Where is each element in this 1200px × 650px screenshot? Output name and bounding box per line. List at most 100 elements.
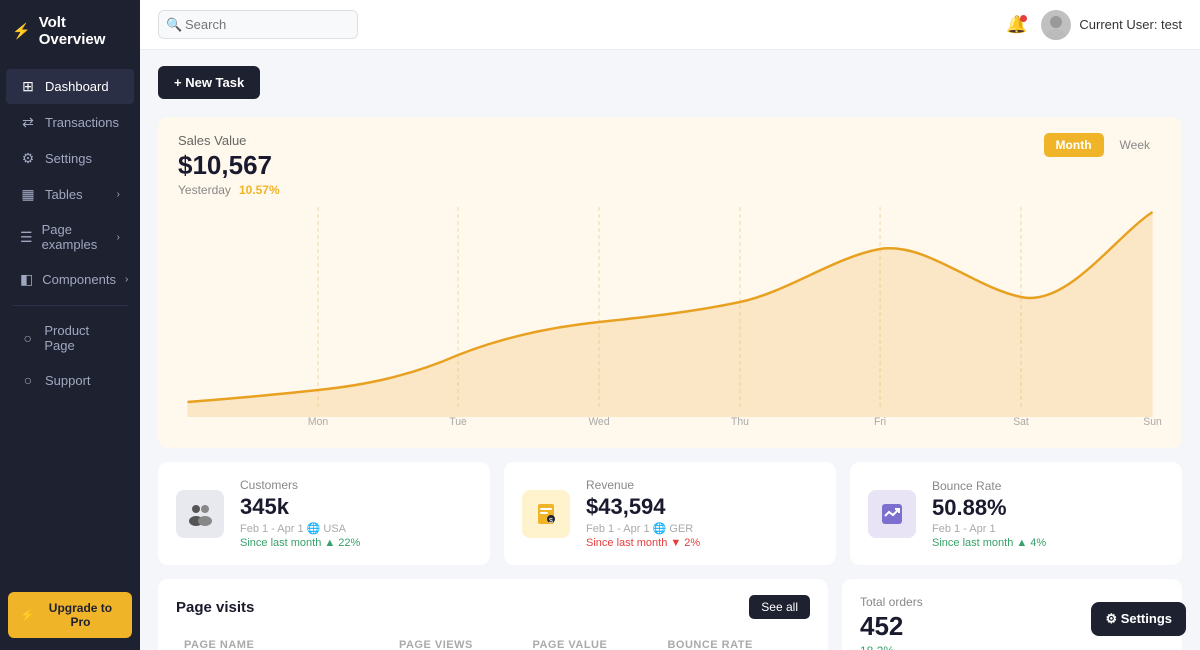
sidebar-item-label: Components	[42, 272, 116, 287]
stat-cards-row: Customers 345k Feb 1 - Apr 1 🌐 USA Since…	[158, 462, 1182, 565]
upgrade-button[interactable]: ⚡ Upgrade to Pro	[8, 592, 132, 638]
revenue-icon: $	[522, 490, 570, 538]
svg-text:$: $	[549, 518, 553, 525]
chart-value: $10,567	[178, 150, 1162, 181]
support-icon: ○	[20, 372, 36, 388]
orders-pct: 18.2%	[860, 644, 1164, 650]
bounce-change: Since last month ▲ 4%	[932, 537, 1164, 549]
sidebar-item-label: Support	[45, 373, 91, 388]
revenue-change: Since last month ▼ 2%	[586, 537, 818, 549]
period-week-button[interactable]: Week	[1108, 133, 1162, 157]
customers-value: 345k	[240, 494, 472, 520]
sidebar-item-support[interactable]: ○ Support	[6, 363, 134, 397]
logo-text: Volt Overview	[39, 14, 128, 48]
search-icon: 🔍	[166, 17, 182, 33]
sidebar-item-label: Page examples	[42, 222, 108, 252]
customers-icon	[176, 490, 224, 538]
bounce-value: 50.88%	[932, 495, 1164, 521]
chart-title: Sales Value	[178, 133, 1162, 148]
user-info: Current User: test	[1041, 10, 1182, 40]
stat-body-bounce: Bounce Rate 50.88% Feb 1 - Apr 1 Since l…	[932, 479, 1164, 549]
chevron-right-icon: ›	[117, 232, 120, 243]
stat-card-customers: Customers 345k Feb 1 - Apr 1 🌐 USA Since…	[158, 462, 490, 565]
topbar: 🔍 🔔 Current User: test	[140, 0, 1200, 50]
topbar-right: 🔔 Current User: test	[1006, 10, 1182, 40]
sales-chart-card: Sales Value $10,567 Yesterday 10.57% Mon…	[158, 117, 1182, 448]
sidebar-item-components[interactable]: ◧ Components ›	[6, 262, 134, 297]
stat-body-customers: Customers 345k Feb 1 - Apr 1 🌐 USA Since…	[240, 478, 472, 549]
new-task-button[interactable]: + New Task	[158, 66, 260, 99]
sidebar-item-label: Dashboard	[45, 79, 109, 94]
sidebar-logo: ⚡ Volt Overview	[0, 0, 140, 62]
stat-card-bounce: Bounce Rate 50.88% Feb 1 - Apr 1 Since l…	[850, 462, 1182, 565]
sidebar-item-label: Transactions	[45, 115, 119, 130]
page-visits-table: PAGE NAME PAGE VIEWS PAGE VALUE BOUNCE R…	[176, 633, 810, 650]
sidebar-item-settings[interactable]: ⚙ Settings	[6, 141, 134, 176]
bounce-date: Feb 1 - Apr 1	[932, 523, 1164, 535]
bounce-icon	[868, 490, 916, 538]
notification-dot	[1020, 15, 1027, 22]
col-page-name: PAGE NAME	[176, 633, 391, 650]
sidebar-item-label: Product Page	[44, 323, 120, 353]
product-icon: ○	[20, 330, 35, 346]
svg-text:Mon: Mon	[308, 416, 328, 427]
avatar	[1041, 10, 1071, 40]
upgrade-icon: ⚡	[20, 608, 35, 622]
sidebar-item-label: Settings	[45, 151, 92, 166]
customers-label: Customers	[240, 478, 472, 492]
revenue-label: Revenue	[586, 478, 818, 492]
search-wrap: 🔍	[158, 10, 358, 39]
sidebar-nav: ⊞ Dashboard ⇄ Transactions ⚙ Settings ▦ …	[0, 62, 140, 580]
sidebar-item-page-examples[interactable]: ☰ Page examples ›	[6, 213, 134, 261]
period-month-button[interactable]: Month	[1044, 133, 1104, 157]
settings-fab-button[interactable]: ⚙ Settings	[1091, 602, 1186, 636]
bolt-icon: ⚡	[12, 22, 31, 40]
user-label: Current User: test	[1079, 17, 1182, 32]
sidebar: ⚡ Volt Overview ⊞ Dashboard ⇄ Transactio…	[0, 0, 140, 650]
see-all-button[interactable]: See all	[749, 595, 810, 619]
page-visits-card: Page visits See all PAGE NAME PAGE VIEWS…	[158, 579, 828, 650]
page-visits-title: Page visits	[176, 599, 254, 616]
revenue-value: $43,594	[586, 494, 818, 520]
svg-text:Fri: Fri	[874, 416, 886, 427]
transactions-icon: ⇄	[20, 114, 36, 131]
pages-icon: ☰	[20, 229, 33, 246]
components-icon: ◧	[20, 271, 33, 288]
svg-text:Tue: Tue	[449, 416, 467, 427]
tables-icon: ▦	[20, 186, 36, 203]
customers-change: Since last month ▲ 22%	[240, 537, 472, 549]
chevron-right-icon: ›	[117, 189, 120, 200]
notifications-button[interactable]: 🔔	[1006, 15, 1027, 35]
search-input[interactable]	[158, 10, 358, 39]
sidebar-item-transactions[interactable]: ⇄ Transactions	[6, 105, 134, 140]
main-area: 🔍 🔔 Current User: test + New Task Sales …	[140, 0, 1200, 650]
revenue-date: Feb 1 - Apr 1 🌐 GER	[586, 522, 818, 535]
sidebar-item-product-page[interactable]: ○ Product Page	[6, 314, 134, 362]
svg-text:Thu: Thu	[731, 416, 749, 427]
yesterday-label: Yesterday	[178, 183, 231, 197]
sidebar-bottom: ⚡ Upgrade to Pro	[0, 580, 140, 650]
chart-svg: Mon Tue Wed Thu Fri Sat Sun	[178, 207, 1162, 432]
customers-date: Feb 1 - Apr 1 🌐 USA	[240, 522, 472, 535]
sidebar-item-label: Tables	[45, 187, 83, 202]
stat-card-revenue: $ Revenue $43,594 Feb 1 - Apr 1 🌐 GER Si…	[504, 462, 836, 565]
upgrade-label: Upgrade to Pro	[41, 601, 120, 629]
sidebar-item-dashboard[interactable]: ⊞ Dashboard	[6, 69, 134, 104]
bounce-label: Bounce Rate	[932, 479, 1164, 493]
page-visits-header: Page visits See all	[176, 595, 810, 619]
svg-text:Wed: Wed	[588, 416, 609, 427]
chevron-right-icon: ›	[125, 274, 128, 285]
bottom-row: Page visits See all PAGE NAME PAGE VIEWS…	[158, 579, 1182, 650]
sidebar-item-tables[interactable]: ▦ Tables ›	[6, 177, 134, 212]
nav-divider	[12, 305, 128, 306]
col-page-value: PAGE VALUE	[524, 633, 659, 650]
dashboard-icon: ⊞	[20, 78, 36, 95]
period-buttons: Month Week	[1044, 133, 1162, 157]
svg-text:Sun: Sun	[1143, 416, 1162, 427]
content-area: + New Task Sales Value $10,567 Yesterday…	[140, 50, 1200, 650]
col-page-views: PAGE VIEWS	[391, 633, 524, 650]
chart-meta: Yesterday 10.57%	[178, 183, 1162, 197]
col-bounce-rate: BOUNCE RATE	[659, 633, 810, 650]
settings-icon: ⚙	[20, 150, 36, 167]
svg-text:Sat: Sat	[1013, 416, 1029, 427]
